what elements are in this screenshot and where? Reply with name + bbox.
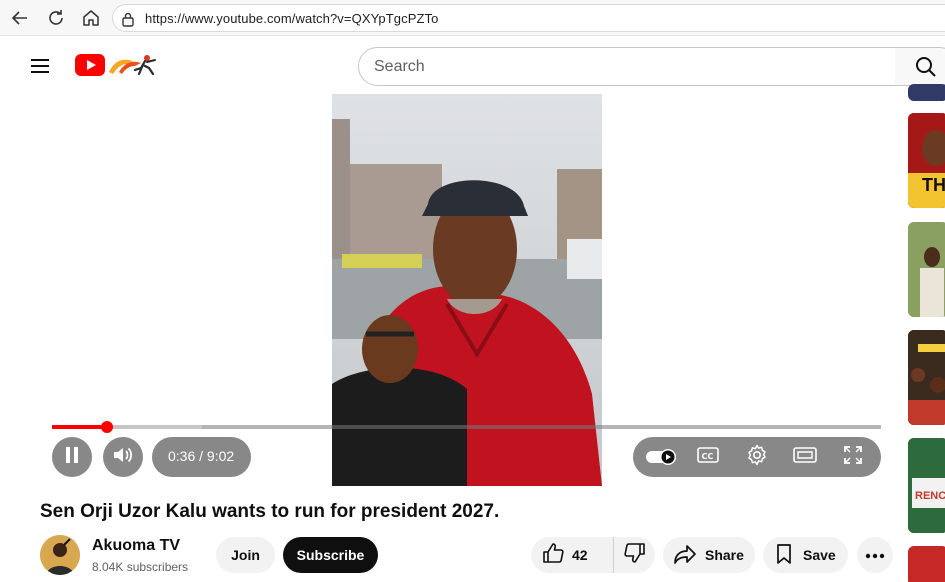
search-input[interactable] xyxy=(374,56,874,78)
like-button[interactable]: 42 xyxy=(531,537,614,573)
video-title: Sen Orji Uzor Kalu wants to run for pres… xyxy=(40,501,500,522)
fullscreen-button[interactable] xyxy=(838,437,868,477)
share-icon xyxy=(673,543,697,568)
recommended-thumbnail[interactable]: TH xyxy=(908,113,945,208)
reload-icon[interactable] xyxy=(44,6,68,30)
time-display: 0:36 / 9:02 xyxy=(152,437,251,477)
pause-button[interactable] xyxy=(52,437,92,477)
fullscreen-icon xyxy=(843,445,863,470)
recommended-thumbnail[interactable]: RENC xyxy=(908,438,945,533)
recommended-thumbnail[interactable] xyxy=(908,330,945,425)
like-dislike-group: 42 xyxy=(531,537,655,573)
captions-icon: CC xyxy=(697,446,719,469)
back-arrow-icon[interactable] xyxy=(8,6,32,30)
join-button[interactable]: Join xyxy=(216,537,275,573)
bookmark-icon xyxy=(773,543,795,568)
channel-name[interactable]: Akuoma TV xyxy=(92,537,180,555)
like-count: 42 xyxy=(572,547,588,563)
share-button[interactable]: Share xyxy=(663,537,755,573)
hamburger-menu-icon[interactable] xyxy=(28,54,52,78)
dislike-button[interactable] xyxy=(615,537,655,573)
time-text: 0:36 / 9:02 xyxy=(168,448,235,464)
url-text: https://www.youtube.com/watch?v=QXYpTgcP… xyxy=(145,11,439,26)
played-bar xyxy=(52,425,107,429)
browser-toolbar: https://www.youtube.com/watch?v=QXYpTgcP… xyxy=(0,0,945,36)
subscriber-count: 8.04K subscribers xyxy=(92,560,189,574)
thumbnail-caption: TH xyxy=(922,175,945,195)
recommended-thumbnail[interactable] xyxy=(908,222,945,317)
volume-button[interactable] xyxy=(103,437,143,477)
more-actions-button[interactable] xyxy=(857,537,893,573)
youtube-watch-page: https://www.youtube.com/watch?v=QXYpTgcP… xyxy=(0,0,945,582)
autoplay-toggle[interactable] xyxy=(645,437,679,477)
settings-button[interactable] xyxy=(742,437,772,477)
recommended-thumbnail[interactable] xyxy=(908,84,945,101)
home-icon[interactable] xyxy=(79,6,103,30)
youtube-logo[interactable] xyxy=(75,52,167,78)
channel-avatar[interactable] xyxy=(40,535,80,575)
save-label: Save xyxy=(803,547,836,563)
search-box xyxy=(358,47,896,86)
more-horizontal-icon xyxy=(865,546,885,564)
subscribe-button[interactable]: Subscribe xyxy=(283,537,378,573)
svg-text:CC: CC xyxy=(702,452,714,461)
thumbs-up-icon xyxy=(542,542,564,569)
share-label: Share xyxy=(705,547,744,563)
site-header xyxy=(0,36,945,94)
video-player[interactable]: 0:36 / 9:02 CC xyxy=(40,94,893,486)
pause-icon xyxy=(64,446,80,469)
save-button[interactable]: Save xyxy=(763,537,848,573)
thumbs-down-icon xyxy=(624,542,646,569)
progress-bar[interactable] xyxy=(52,421,881,433)
captions-button[interactable]: CC xyxy=(693,437,723,477)
volume-icon xyxy=(112,445,134,470)
theater-mode-button[interactable] xyxy=(790,437,820,477)
theater-icon xyxy=(793,446,817,469)
gear-icon xyxy=(746,444,768,471)
scrubber-handle[interactable] xyxy=(100,421,113,433)
thumbnail-caption: RENC xyxy=(915,490,945,502)
recommended-thumbnail[interactable] xyxy=(908,546,945,582)
search-button[interactable] xyxy=(895,47,945,86)
address-bar[interactable]: https://www.youtube.com/watch?v=QXYpTgcP… xyxy=(112,4,945,32)
right-controls: CC xyxy=(633,437,881,477)
lock-icon xyxy=(121,11,135,32)
